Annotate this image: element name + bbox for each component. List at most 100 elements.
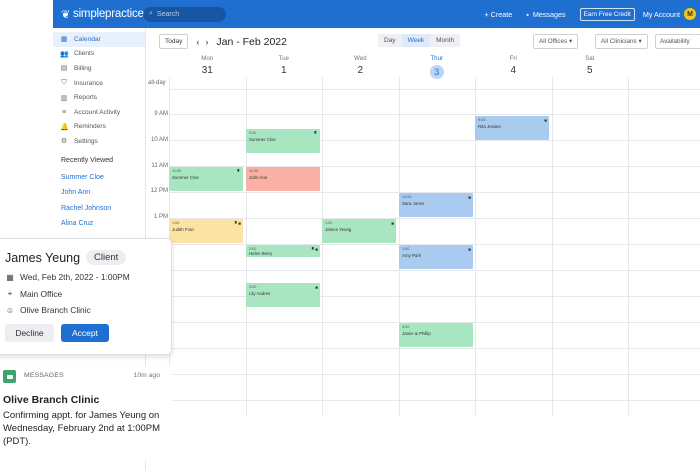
logo-text: simplepractice [73, 8, 144, 20]
logo[interactable]: ❦ simplepractice [53, 8, 144, 21]
gear-icon: ⚙ [60, 138, 68, 146]
notification-body: Confirming appt. for James Yeung on Wedn… [3, 410, 161, 447]
request-office: Main Office [20, 289, 63, 299]
time-label: 12 PM [150, 188, 168, 194]
day-header-sat[interactable]: Sat 5 [552, 55, 629, 76]
my-account-link[interactable]: My Account [643, 10, 680, 19]
appointment-block[interactable]: 9:30 Summer Cloe ▘ [246, 129, 320, 153]
search-input[interactable]: ⌕ Search [143, 6, 226, 22]
prev-week-button[interactable]: ‹ [196, 37, 199, 47]
create-button[interactable]: + Create [484, 10, 512, 19]
recent-client-link[interactable]: John Ann [53, 185, 145, 201]
message-notification[interactable]: MESSAGES 10m ago Olive Branch Clinic Con… [0, 366, 172, 460]
logo-leaf-icon: ❦ [61, 8, 71, 21]
sidebar-item-insurance[interactable]: ⛉ Insurance [53, 76, 145, 91]
grid-line [170, 374, 700, 375]
appointment-block[interactable]: 1:00 James Yeung ■ [322, 219, 396, 243]
calendar-icon: ▦ [60, 36, 68, 44]
request-clinic: Olive Branch Clinic [20, 305, 91, 315]
sidebar-item-calendar[interactable]: ▦ Calendar [53, 32, 145, 47]
clinicians-dropdown-label: All Clinicians [601, 38, 637, 45]
recent-client-link[interactable]: Rachel Johnson [53, 201, 145, 217]
create-label: + Create [484, 9, 513, 19]
earn-credit-button[interactable]: Earn Free Credit [579, 7, 635, 21]
appointment-block[interactable]: 3:00 Lily Andres ■ [246, 283, 320, 307]
request-clinic-row: ☺ Olive Branch Clinic [5, 305, 91, 315]
my-account-label: My Account [642, 9, 680, 19]
messages-button[interactable]: ▪ Messages [526, 10, 565, 19]
sidebar-item-account-activity[interactable]: ≡ Account Activity [53, 105, 145, 120]
appointment-time: 3:00 [249, 285, 257, 289]
sidebar-item-label: Billing [74, 64, 92, 72]
shield-icon: ⛉ [61, 79, 67, 87]
note-icon: ▘ [314, 131, 318, 136]
calendar-icon: ▦ [6, 272, 14, 282]
sidebar-item-label: Reports [74, 94, 98, 102]
recent-client-link[interactable]: Alina Cruz [53, 216, 145, 232]
appointment-time: 9:00 [478, 118, 486, 122]
appointment-time: 1:00 [325, 221, 333, 225]
week-calendar: Mon 31 Tue 1 Wed 2 Thur 3 Fri 4 Sat 5 all-day … [146, 55, 700, 415]
day-header-tue[interactable]: Tue 1 [246, 55, 323, 76]
appointment-time: 9:30 [249, 131, 257, 135]
sidebar-item-billing[interactable]: ▤ Billing [53, 61, 145, 76]
sidebar-item-clients[interactable]: 👥 Clients [53, 47, 145, 62]
recent-client-link[interactable]: Summer Cloe [53, 170, 145, 186]
offices-dropdown[interactable]: All Offices ▾ [533, 34, 579, 49]
next-week-button[interactable]: › [205, 37, 208, 47]
view-switcher: Day Week Month [378, 34, 461, 47]
appointment-block[interactable]: 9:00 Rita Jessen ■ [475, 116, 549, 140]
appointment-block[interactable]: 2:00 Amy Park ■ [399, 245, 473, 269]
day-date: 1 [280, 65, 287, 76]
view-day-button[interactable]: Day [378, 34, 402, 47]
appointment-client: Summer Cloe [172, 175, 199, 180]
client-name: James Yeung [5, 251, 81, 265]
accept-button[interactable]: Accept [61, 324, 109, 342]
day-name: Sat [585, 55, 595, 62]
notification-time: 10m ago [133, 372, 160, 379]
video-icon: ■ [391, 221, 394, 226]
day-header-wed[interactable]: Wed 2 [322, 55, 399, 76]
day-header-fri[interactable]: Fri 4 [475, 55, 552, 76]
day-date: 5 [586, 65, 593, 76]
appointment-block[interactable]: 1:00 Judith Fran ▘■ [169, 219, 243, 243]
day-header-mon[interactable]: Mon 31 [169, 55, 246, 76]
clinicians-dropdown[interactable]: All Clinicians ▾ [595, 34, 648, 49]
appointment-block[interactable]: 4:00 Jamie & Phillip [399, 323, 473, 347]
day-name: Wed [353, 55, 367, 62]
grid-line [322, 77, 323, 415]
appointment-block[interactable]: 12:00 Sara Jones ■ [399, 193, 473, 217]
day-name: Tue [278, 55, 289, 62]
sidebar-item-settings[interactable]: ⚙ Settings [53, 134, 145, 149]
appointment-client: Judith Fran [172, 227, 194, 232]
billing-icon: ▤ [60, 65, 68, 73]
sidebar-item-reminders[interactable]: 🔔 Reminders [53, 120, 145, 135]
today-button[interactable]: Today [159, 34, 189, 49]
client-badge: Client [86, 250, 127, 265]
sidebar-item-label: Settings [74, 137, 98, 145]
view-week-button[interactable]: Week [401, 34, 431, 47]
grid-line [170, 114, 700, 115]
view-month-button[interactable]: Month [430, 34, 460, 47]
availability-button[interactable]: Availability [655, 34, 700, 49]
appointment-client: James Yeung [325, 227, 352, 232]
chevron-down-icon: ▾ [638, 38, 642, 45]
appointment-time: 12:00 [402, 195, 412, 199]
sidebar-item-reports[interactable]: ▥ Reports [53, 90, 145, 105]
appointment-block[interactable]: 11:00 Summer Cloe ▘ [169, 167, 243, 191]
day-name: Fri [509, 55, 517, 62]
clients-icon: 👥 [60, 50, 69, 58]
appointment-block[interactable]: 11:00 John Ann [246, 167, 320, 191]
decline-button[interactable]: Decline [5, 324, 54, 342]
search-icon: ⌕ [149, 10, 153, 17]
appointment-time: 11:00 [172, 169, 182, 173]
date-range-title: Jan - Feb 2022 [216, 35, 287, 48]
grid-line [628, 77, 629, 415]
video-icon: ■ [468, 195, 471, 200]
sidebar-item-label: Account Activity [74, 108, 121, 116]
messages-label: Messages [532, 9, 566, 19]
sidebar-item-label: Clients [74, 50, 95, 58]
appointment-block[interactable]: 2:00 Helen Berry ▘■ [246, 245, 320, 257]
day-header-thu[interactable]: Thur 3 [399, 55, 476, 80]
avatar[interactable]: M [684, 8, 696, 20]
